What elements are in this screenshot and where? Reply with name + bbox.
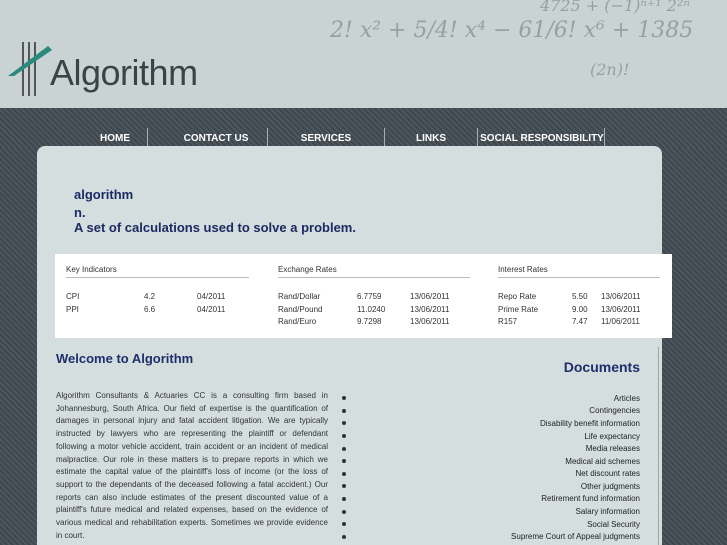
indicator-value: 6.6 xyxy=(144,305,156,314)
exchange-date: 13/06/2011 xyxy=(410,292,450,301)
divider xyxy=(66,277,249,278)
indicator-value: 4.2 xyxy=(144,292,156,301)
exchange-date: 13/06/2011 xyxy=(410,317,450,326)
interest-name: R157 xyxy=(498,317,518,326)
doc-link-salary[interactable]: Salary information xyxy=(576,507,640,516)
interest-date: 13/06/2011 xyxy=(601,305,641,314)
exchange-value: 9.7298 xyxy=(357,317,382,326)
doc-link-media-releases[interactable]: Media releases xyxy=(586,444,640,453)
nav-links[interactable]: LINKS xyxy=(405,127,457,147)
doc-link-other-judgments[interactable]: Other judgments xyxy=(581,482,640,491)
bullet xyxy=(342,447,346,451)
exchange-rates-heading: Exchange Rates xyxy=(278,265,337,274)
definition-pos: n. xyxy=(74,205,86,220)
nav-separator xyxy=(384,128,385,146)
doc-link-disability[interactable]: Disability benefit information xyxy=(540,419,640,428)
bullet xyxy=(342,434,346,438)
interest-date: 11/06/2011 xyxy=(601,317,640,326)
divider xyxy=(498,277,660,278)
documents-title: Documents xyxy=(563,359,640,375)
divider xyxy=(278,277,470,278)
exchange-name: Rand/Pound xyxy=(278,305,323,314)
bullet xyxy=(342,472,346,476)
doc-link-articles[interactable]: Articles xyxy=(614,394,640,403)
site-header: 2! x² + 5/4! x⁴ − 61/6! x⁶ + 1385 4725 +… xyxy=(0,0,727,108)
indicator-date: 04/2011 xyxy=(197,305,226,314)
nav-home[interactable]: HOME xyxy=(84,127,146,147)
nav-contact-us[interactable]: CONTACT US xyxy=(180,127,252,147)
doc-link-contingencies[interactable]: Contingencies xyxy=(589,406,640,415)
right-pattern xyxy=(662,148,727,545)
logo-icon[interactable] xyxy=(8,40,56,98)
nav-separator xyxy=(604,128,605,146)
bullet xyxy=(342,535,346,539)
doc-link-sca-judgments[interactable]: Supreme Court of Appeal judgments xyxy=(511,532,640,541)
doc-link-net-discount[interactable]: Net discount rates xyxy=(576,469,640,478)
interest-value: 7.47 xyxy=(572,317,588,326)
bullet xyxy=(342,459,346,463)
nav-separator xyxy=(147,128,148,146)
nav-services[interactable]: SERVICES xyxy=(290,127,362,147)
welcome-title: Welcome to Algorithm xyxy=(56,351,194,366)
logo-text[interactable]: Algorithm xyxy=(50,52,198,94)
doc-link-medical-aid[interactable]: Medical aid schemes xyxy=(565,457,640,466)
interest-name: Repo Rate xyxy=(498,292,537,301)
nav-social-responsibility[interactable]: SOCIAL RESPONSIBILITY xyxy=(480,127,604,147)
interest-date: 13/06/2011 xyxy=(601,292,641,301)
indicator-name: PPI xyxy=(66,305,79,314)
definition-meaning: A set of calculations used to solve a pr… xyxy=(74,220,356,235)
exchange-name: Rand/Dollar xyxy=(278,292,321,301)
bullet xyxy=(342,510,346,514)
key-indicators-heading: Key Indicators xyxy=(66,265,117,274)
doc-link-life-expectancy[interactable]: Life expectancy xyxy=(584,432,640,441)
doc-link-retirement-fund[interactable]: Retirement fund information xyxy=(541,494,640,503)
left-pattern xyxy=(0,148,37,545)
exchange-value: 6.7759 xyxy=(357,292,382,301)
bullet xyxy=(342,396,346,400)
nav-separator xyxy=(477,128,478,146)
bullet xyxy=(342,497,346,501)
welcome-body: Algorithm Consultants & Actuaries CC is … xyxy=(56,391,328,540)
indicator-date: 04/2011 xyxy=(197,292,226,301)
nav-separator xyxy=(267,128,268,146)
bullet xyxy=(342,409,346,413)
exchange-name: Rand/Euro xyxy=(278,317,317,326)
indicator-name: CPI xyxy=(66,292,80,301)
exchange-value: 11.0240 xyxy=(357,305,386,314)
exchange-date: 13/06/2011 xyxy=(410,305,450,314)
definition-word: algorithm xyxy=(74,187,134,202)
divider xyxy=(658,347,659,545)
bullet xyxy=(342,522,346,526)
interest-value: 5.50 xyxy=(572,292,588,301)
interest-rates-heading: Interest Rates xyxy=(498,265,548,274)
interest-value: 9.00 xyxy=(572,305,588,314)
interest-name: Prime Rate xyxy=(498,305,539,314)
doc-link-social-security[interactable]: Social Security xyxy=(587,520,640,529)
bullet xyxy=(342,484,346,488)
bullet xyxy=(342,421,346,425)
